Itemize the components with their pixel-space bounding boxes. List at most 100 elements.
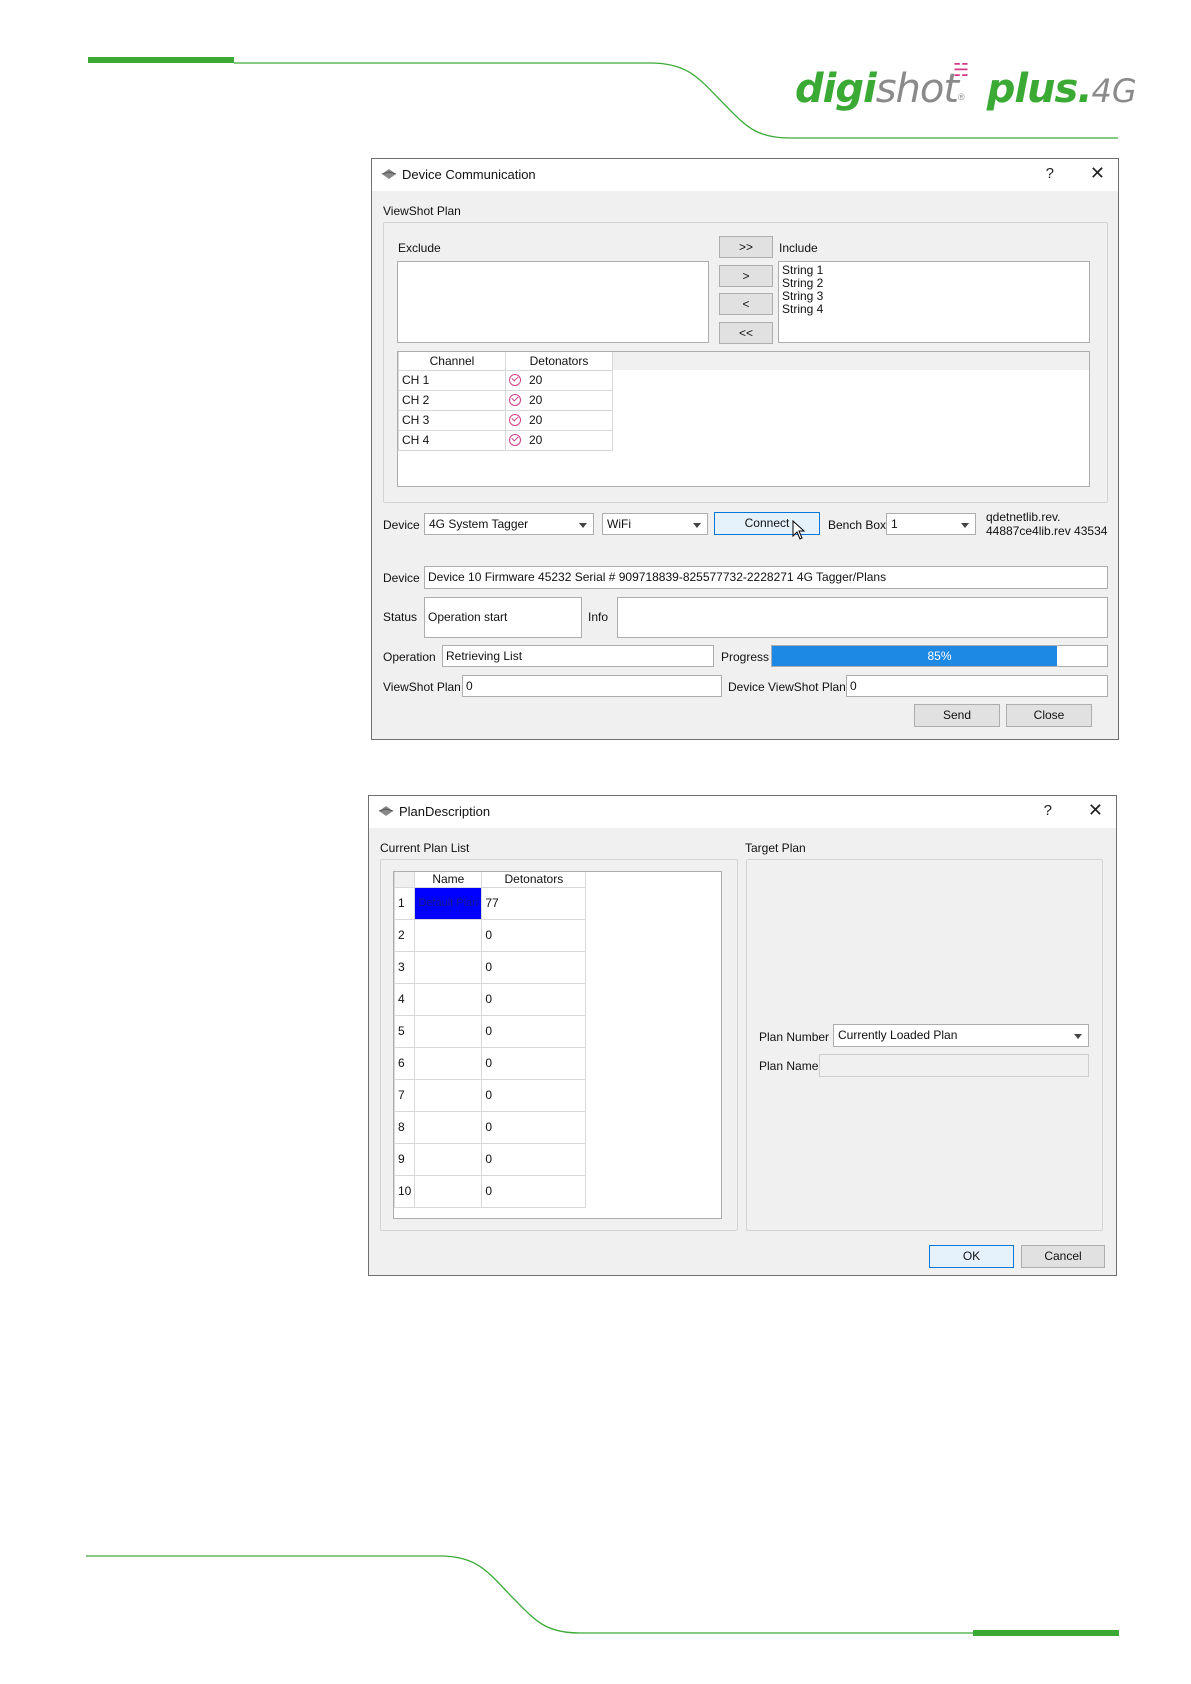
include-item[interactable]: String 3 xyxy=(779,290,1089,303)
row-number: 4 xyxy=(393,982,416,1016)
name-cell[interactable] xyxy=(414,1110,483,1144)
move-all-left-button[interactable]: << xyxy=(719,322,773,344)
table-row[interactable]: 2 0 xyxy=(393,918,587,952)
plan-table-container: Name Detonators 1 Default Plan 77 2 0 3 … xyxy=(393,871,722,1219)
help-button[interactable]: ? xyxy=(1046,165,1054,182)
name-cell[interactable] xyxy=(414,918,483,952)
lib-revision-line-2: 44887ce4lib.rev 43534 xyxy=(986,524,1108,538)
table-row[interactable]: CH 2 20 xyxy=(398,389,613,411)
detonators-cell[interactable]: 0 xyxy=(481,918,587,952)
chevron-down-icon xyxy=(693,523,701,528)
name-cell[interactable] xyxy=(414,1046,483,1080)
connection-type-select[interactable]: WiFi xyxy=(602,513,708,535)
table-row[interactable]: 3 0 xyxy=(393,950,587,984)
window-title: PlanDescription xyxy=(399,804,491,819)
detonators-cell[interactable]: 0 xyxy=(481,950,587,984)
name-cell[interactable] xyxy=(414,1078,483,1112)
detonators-cell[interactable]: 0 xyxy=(481,1174,587,1208)
table-row[interactable]: 4 0 xyxy=(393,982,587,1016)
table-row[interactable]: CH 4 20 xyxy=(398,429,613,451)
name-cell-selected[interactable]: Default Plan xyxy=(414,886,483,920)
detonators-cell[interactable]: 0 xyxy=(481,1078,587,1112)
device-viewshot-plan-label: Device ViewShot Plan xyxy=(728,680,846,694)
device-label: Device xyxy=(383,518,420,532)
detonators-cell[interactable]: 0 xyxy=(481,982,587,1016)
channel-cell: CH 3 xyxy=(398,409,506,431)
logo-swirl-icon: ☵ xyxy=(953,60,970,80)
bench-box-select[interactable]: 1 xyxy=(886,513,976,535)
chevron-down-icon xyxy=(961,523,969,528)
detonators-cell[interactable]: 77 xyxy=(481,886,587,920)
table-row[interactable]: CH 3 20 xyxy=(398,409,613,431)
mouse-cursor-icon xyxy=(792,520,806,540)
device-select[interactable]: 4G System Tagger xyxy=(424,513,594,535)
status-field[interactable]: Operation start xyxy=(424,597,582,638)
table-row[interactable]: 1 Default Plan 77 xyxy=(393,886,587,920)
column-header-name[interactable]: Name xyxy=(414,872,483,888)
table-row[interactable]: 5 0 xyxy=(393,1014,587,1048)
plan-name-label: Plan Name xyxy=(759,1059,819,1073)
move-left-button[interactable]: < xyxy=(719,293,773,315)
viewshot-plan-group-label: ViewShot Plan xyxy=(383,204,461,218)
info-field[interactable] xyxy=(617,597,1108,638)
name-cell[interactable] xyxy=(414,1142,483,1176)
plan-number-select[interactable]: Currently Loaded Plan xyxy=(833,1024,1089,1047)
target-plan-group: Plan Number Currently Loaded Plan Plan N… xyxy=(746,859,1103,1231)
check-circle-icon xyxy=(509,374,521,386)
row-number: 6 xyxy=(393,1046,416,1080)
channel-table: Channel Detonators CH 1 20 CH 2 20 CH 3 … xyxy=(398,352,613,451)
close-icon[interactable]: ✕ xyxy=(1088,800,1103,821)
include-list[interactable]: String 1 String 2 String 3 String 4 xyxy=(778,261,1090,343)
plan-number-value: Currently Loaded Plan xyxy=(838,1028,958,1042)
detonators-cell[interactable]: 0 xyxy=(481,1014,587,1048)
table-row[interactable]: 8 0 xyxy=(393,1110,587,1144)
viewshot-plan-field[interactable]: 0 xyxy=(462,675,722,697)
row-number: 8 xyxy=(393,1110,416,1144)
column-header-detonators[interactable]: Detonators xyxy=(505,352,613,371)
row-number: 1 xyxy=(393,886,416,920)
bench-box-label: Bench Box xyxy=(828,518,887,532)
row-number: 3 xyxy=(393,950,416,984)
table-row[interactable]: CH 1 20 xyxy=(398,369,613,391)
detonators-cell[interactable]: 0 xyxy=(481,1046,587,1080)
device-communication-window: Device Communication ? ✕ ViewShot Plan E… xyxy=(371,158,1119,740)
device-viewshot-plan-field[interactable]: 0 xyxy=(846,675,1108,697)
status-label: Status xyxy=(383,610,418,624)
bench-box-value: 1 xyxy=(891,517,898,531)
lib-revision-line-1: qdetnetlib.rev. xyxy=(986,510,1061,524)
channel-cell: CH 2 xyxy=(398,389,506,411)
move-right-button[interactable]: > xyxy=(719,265,773,287)
detonators-cell: 20 xyxy=(505,409,613,431)
name-cell[interactable] xyxy=(414,982,483,1016)
table-row[interactable]: 7 0 xyxy=(393,1078,587,1112)
detonators-cell[interactable]: 0 xyxy=(481,1110,587,1144)
column-header-channel[interactable]: Channel xyxy=(398,352,506,371)
table-row[interactable]: 6 0 xyxy=(393,1046,587,1080)
include-item[interactable]: String 1 xyxy=(779,264,1089,277)
table-row[interactable]: 9 0 xyxy=(393,1142,587,1176)
device-info-field[interactable]: Device 10 Firmware 45232 Serial # 909718… xyxy=(424,566,1108,589)
plan-name-field[interactable] xyxy=(819,1054,1089,1077)
close-button[interactable]: Close xyxy=(1006,704,1092,727)
title-bar: Device Communication ? ✕ xyxy=(372,159,1118,191)
device-select-value: 4G System Tagger xyxy=(429,517,529,531)
name-cell[interactable] xyxy=(414,1014,483,1048)
row-number: 7 xyxy=(393,1078,416,1112)
include-item[interactable]: String 2 xyxy=(779,277,1089,290)
column-header-detonators[interactable]: Detonators xyxy=(481,872,587,888)
send-button[interactable]: Send xyxy=(914,704,1000,727)
include-item[interactable]: String 4 xyxy=(779,303,1089,316)
move-all-right-button[interactable]: >> xyxy=(719,236,773,258)
name-cell[interactable] xyxy=(414,950,483,984)
table-row[interactable]: 10 0 xyxy=(393,1174,587,1208)
help-button[interactable]: ? xyxy=(1044,802,1052,819)
operation-field[interactable]: Retrieving List xyxy=(442,645,714,667)
close-icon[interactable]: ✕ xyxy=(1090,163,1105,184)
cancel-button[interactable]: Cancel xyxy=(1021,1245,1105,1268)
ok-button[interactable]: OK xyxy=(929,1245,1014,1268)
detonators-cell[interactable]: 0 xyxy=(481,1142,587,1176)
row-number: 10 xyxy=(393,1174,416,1208)
name-cell[interactable] xyxy=(414,1174,483,1208)
logo-4g: 4G xyxy=(1091,72,1137,110)
exclude-list[interactable] xyxy=(397,261,709,343)
